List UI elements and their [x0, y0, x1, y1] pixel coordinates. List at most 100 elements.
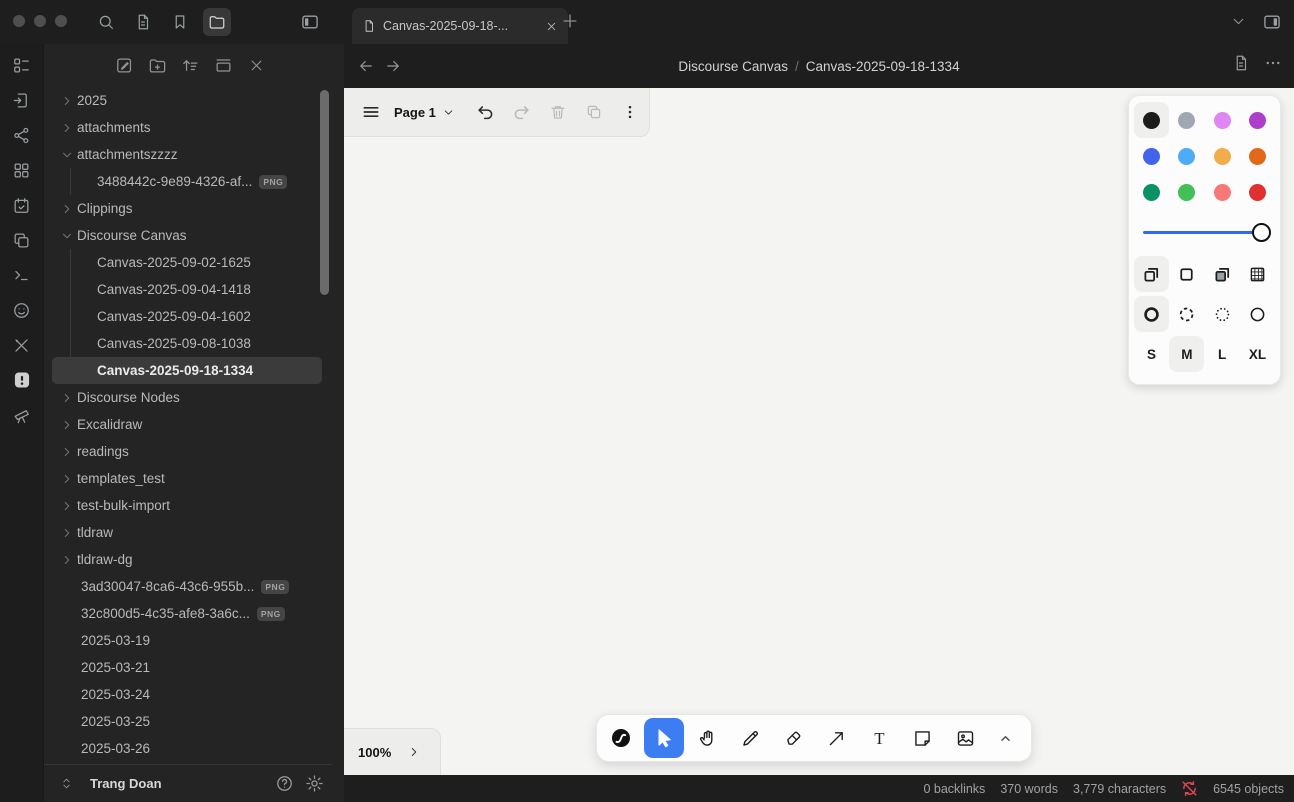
- size-l-button[interactable]: L: [1205, 336, 1240, 372]
- left-sidebar-toggle-icon[interactable]: [296, 8, 324, 36]
- tree-folder[interactable]: Discourse Nodes: [52, 384, 322, 411]
- dash-dashed-button[interactable]: [1169, 296, 1204, 332]
- size-s-button[interactable]: S: [1134, 336, 1169, 372]
- smile-icon[interactable]: [11, 299, 33, 321]
- close-window-button[interactable]: [13, 15, 25, 27]
- more-tools-chevron-icon[interactable]: [988, 718, 1022, 758]
- tree-file[interactable]: 3488442c-9e89-4326-af...PNG: [52, 168, 322, 195]
- tree-folder[interactable]: templates_test: [52, 465, 322, 492]
- sync-disabled-icon[interactable]: [1181, 780, 1198, 797]
- tab-list-chevron-icon[interactable]: [1230, 13, 1247, 30]
- tldraw-canvas[interactable]: Page 1: [344, 88, 1294, 775]
- tree-folder[interactable]: tldraw: [52, 519, 322, 546]
- tree-file[interactable]: Canvas-2025-09-02-1625: [52, 249, 322, 276]
- color-swatch-red[interactable]: [1240, 174, 1275, 210]
- vault-name[interactable]: Trang Doan: [90, 776, 162, 791]
- eraser-tool-button[interactable]: [773, 718, 813, 758]
- tools-icon[interactable]: [11, 334, 33, 356]
- dash-dotted-button[interactable]: [1205, 296, 1240, 332]
- tree-file[interactable]: 2025-03-25: [52, 708, 322, 735]
- bases-icon[interactable]: [11, 369, 33, 391]
- new-folder-icon[interactable]: [147, 55, 167, 75]
- collapse-all-icon[interactable]: [246, 55, 266, 75]
- tree-folder[interactable]: Clippings: [52, 195, 322, 222]
- arrow-tool-button[interactable]: [816, 718, 856, 758]
- backlinks-count[interactable]: 0 backlinks: [923, 782, 985, 796]
- select-tool-button[interactable]: [644, 718, 684, 758]
- tree-file[interactable]: 2025-03-21: [52, 654, 322, 681]
- zoom-level[interactable]: 100%: [358, 745, 391, 760]
- reveal-file-icon[interactable]: [213, 55, 233, 75]
- fill-pattern-button[interactable]: [1240, 256, 1275, 292]
- vault-switcher-icon[interactable]: [54, 772, 78, 796]
- dash-draw-button[interactable]: [1134, 296, 1169, 332]
- tree-file[interactable]: 2025-03-19: [52, 627, 322, 654]
- zoom-menu-chevron-icon[interactable]: [407, 745, 421, 759]
- character-count[interactable]: 3,779 characters: [1073, 782, 1166, 796]
- tree-folder[interactable]: Excalidraw: [52, 411, 322, 438]
- tree-folder[interactable]: attachmentszzzz: [52, 141, 322, 168]
- right-sidebar-toggle-icon[interactable]: [1258, 8, 1286, 36]
- breadcrumb-file[interactable]: Canvas-2025-09-18-1334: [806, 59, 960, 74]
- grid-icon[interactable]: [11, 159, 33, 181]
- color-swatch-blue[interactable]: [1134, 138, 1169, 174]
- sort-order-icon[interactable]: [180, 55, 200, 75]
- settings-gear-icon[interactable]: [302, 772, 326, 796]
- tree-folder[interactable]: tldraw-dg: [52, 546, 322, 573]
- more-options-icon[interactable]: [1264, 54, 1282, 72]
- tree-file[interactable]: 2025-03-26: [52, 735, 322, 762]
- styles-button[interactable]: [601, 718, 641, 758]
- kebab-menu-icon[interactable]: [615, 97, 645, 127]
- telescope-icon[interactable]: [11, 404, 33, 426]
- tree-file[interactable]: 3ad30047-8ca6-43c6-955b...PNG: [52, 573, 322, 600]
- tree-file[interactable]: Canvas-2025-09-04-1418: [52, 276, 322, 303]
- new-tab-button[interactable]: [560, 11, 580, 31]
- fill-none-button[interactable]: [1134, 256, 1169, 292]
- dash-solid-button[interactable]: [1240, 296, 1275, 332]
- terminal-icon[interactable]: [11, 264, 33, 286]
- size-m-button[interactable]: M: [1169, 336, 1204, 372]
- tree-file[interactable]: 2025-03-24: [52, 681, 322, 708]
- opacity-slider[interactable]: [1134, 212, 1275, 252]
- tree-folder[interactable]: 2025: [52, 87, 322, 114]
- opacity-slider-thumb[interactable]: [1252, 223, 1271, 242]
- fill-solid-button[interactable]: [1205, 256, 1240, 292]
- calendar-check-icon[interactable]: [11, 194, 33, 216]
- menu-hamburger-icon[interactable]: [356, 97, 386, 127]
- color-swatch-green[interactable]: [1134, 174, 1169, 210]
- color-swatch-yellow[interactable]: [1205, 138, 1240, 174]
- tree-file[interactable]: 32c800d5-4c35-afe8-3a6c...PNG: [52, 600, 322, 627]
- tab-close-icon[interactable]: [545, 20, 558, 33]
- hand-tool-button[interactable]: [687, 718, 727, 758]
- tree-folder[interactable]: readings: [52, 438, 322, 465]
- quick-note-icon[interactable]: [129, 8, 157, 36]
- color-swatch-light-violet[interactable]: [1205, 102, 1240, 138]
- redo-button[interactable]: [507, 97, 537, 127]
- files-icon[interactable]: [203, 8, 231, 36]
- tab-active[interactable]: Canvas-2025-09-18-...: [352, 8, 568, 44]
- undo-button[interactable]: [471, 97, 501, 127]
- asset-tool-button[interactable]: [945, 718, 985, 758]
- tree-folder[interactable]: attachments: [52, 114, 322, 141]
- help-icon[interactable]: [272, 772, 296, 796]
- bookmark-icon[interactable]: [166, 8, 194, 36]
- page-menu-button[interactable]: Page 1: [386, 97, 463, 127]
- objects-count[interactable]: 6545 objects: [1213, 782, 1284, 796]
- tree-file[interactable]: Canvas-2025-09-08-1038: [52, 330, 322, 357]
- new-note-icon[interactable]: [114, 55, 134, 75]
- file-import-icon[interactable]: [11, 89, 33, 111]
- color-swatch-black[interactable]: [1134, 102, 1169, 138]
- note-tool-button[interactable]: [902, 718, 942, 758]
- tree-file-selected[interactable]: Canvas-2025-09-18-1334: [52, 357, 322, 384]
- color-swatch-violet[interactable]: [1240, 102, 1275, 138]
- layout-list-icon[interactable]: [11, 54, 33, 76]
- minimize-window-button[interactable]: [34, 15, 46, 27]
- fill-semi-button[interactable]: [1169, 256, 1204, 292]
- graph-icon[interactable]: [11, 124, 33, 146]
- delete-button[interactable]: [543, 97, 573, 127]
- tree-file[interactable]: Canvas-2025-09-04-1602: [52, 303, 322, 330]
- search-icon[interactable]: [92, 8, 120, 36]
- zoom-window-button[interactable]: [55, 15, 67, 27]
- draw-tool-button[interactable]: [730, 718, 770, 758]
- tree-folder[interactable]: Discourse Canvas: [52, 222, 322, 249]
